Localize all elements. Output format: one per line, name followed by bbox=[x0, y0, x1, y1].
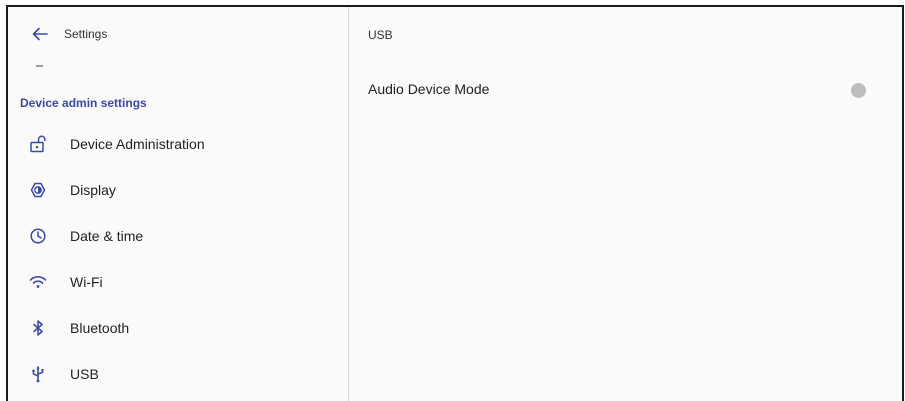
sidebar-item-label: Display bbox=[70, 182, 116, 198]
sidebar-item-label: Date & time bbox=[70, 228, 144, 244]
sidebar-item-wifi[interactable]: Wi-Fi bbox=[8, 260, 349, 304]
clock-icon bbox=[28, 226, 48, 246]
top-bar: Settings bbox=[8, 7, 348, 61]
section-header: Device admin settings bbox=[20, 96, 147, 110]
arrow-back-icon bbox=[32, 27, 48, 41]
sidebar-item-label: Device Administration bbox=[70, 136, 205, 152]
settings-window: Settings Device admin settings Device Ad… bbox=[6, 5, 904, 401]
sidebar-item-display[interactable]: Display bbox=[8, 168, 349, 212]
main-pane: USB Audio Device Mode bbox=[349, 7, 902, 401]
audio-device-mode-row[interactable]: Audio Device Mode bbox=[349, 73, 902, 105]
settings-sidebar: Settings Device admin settings Device Ad… bbox=[8, 7, 349, 401]
pane-title: USB bbox=[368, 28, 393, 42]
sidebar-item-date-time[interactable]: Date & time bbox=[8, 214, 349, 258]
bluetooth-icon bbox=[28, 318, 48, 338]
sidebar-item-label: USB bbox=[70, 366, 99, 382]
sidebar-item-label: Wi-Fi bbox=[70, 274, 103, 290]
wifi-icon bbox=[28, 272, 48, 292]
divider-dash bbox=[36, 65, 43, 67]
usb-icon bbox=[28, 364, 48, 384]
sidebar-item-device-administration[interactable]: Device Administration bbox=[8, 122, 349, 166]
brightness-icon bbox=[28, 180, 48, 200]
audio-device-mode-switch[interactable] bbox=[851, 83, 866, 98]
sidebar-item-usb[interactable]: USB bbox=[8, 352, 349, 396]
back-button[interactable] bbox=[30, 24, 50, 44]
sidebar-item-bluetooth[interactable]: Bluetooth bbox=[8, 306, 349, 350]
sidebar-item-label: Bluetooth bbox=[70, 320, 130, 336]
page-title: Settings bbox=[64, 27, 108, 41]
lock-open-icon bbox=[28, 134, 48, 154]
preference-label: Audio Device Mode bbox=[368, 81, 490, 97]
